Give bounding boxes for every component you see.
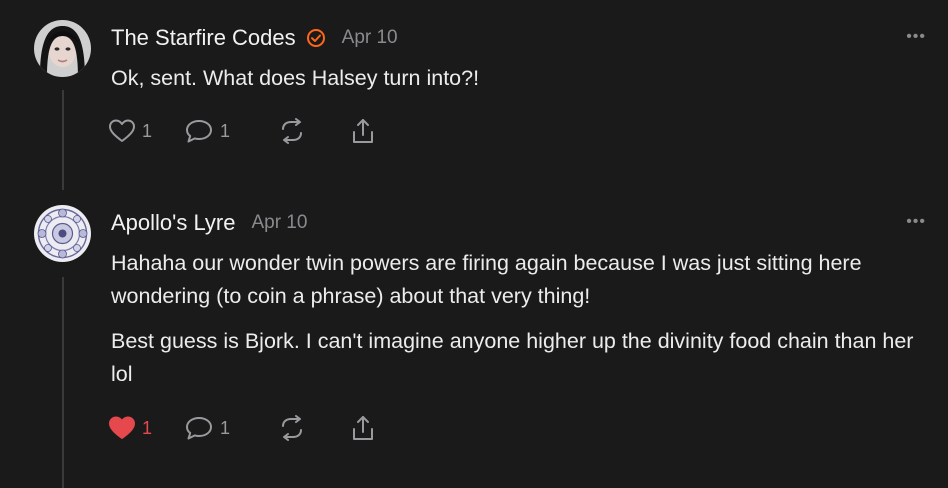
restack-icon [278, 415, 306, 441]
like-button[interactable]: 1 [108, 118, 184, 144]
reply-button[interactable]: 1 [184, 415, 278, 441]
comment-paragraph: Best guess is Bjork. I can't imagine any… [111, 329, 914, 386]
comment-icon [184, 415, 214, 441]
reply-count: 1 [220, 120, 231, 141]
share-icon [350, 117, 376, 145]
restack-button[interactable] [278, 118, 350, 144]
thread-line [62, 90, 64, 190]
comment-date[interactable]: Apr 10 [251, 212, 307, 234]
author-name[interactable]: The Starfire Codes [111, 25, 296, 51]
restack-button[interactable] [278, 415, 350, 441]
reply-count: 1 [220, 417, 231, 438]
comment: Apollo's Lyre Apr 10 ••• Hahaha our wond… [0, 195, 948, 488]
comment-actions: 1 1 [108, 116, 376, 146]
more-icon[interactable]: ••• [906, 213, 926, 231]
comment-paragraph: Ok, sent. What does Halsey turn into?! [111, 66, 480, 90]
share-icon [350, 414, 376, 442]
share-button[interactable] [350, 117, 376, 145]
like-button[interactable]: 1 [108, 415, 184, 441]
avatar[interactable] [34, 20, 91, 77]
comment-body: Hahaha our wonder twin powers are firing… [111, 247, 931, 403]
comment-actions: 1 1 [108, 413, 376, 443]
comment-header: Apollo's Lyre Apr 10 [111, 208, 307, 238]
like-count: 1 [142, 417, 153, 438]
avatar[interactable] [34, 205, 91, 262]
comment-body: Ok, sent. What does Halsey turn into?! [111, 62, 931, 107]
comment-date[interactable]: Apr 10 [342, 27, 398, 49]
restack-icon [278, 118, 306, 144]
like-count: 1 [142, 120, 153, 141]
share-button[interactable] [350, 414, 376, 442]
comment-paragraph: Hahaha our wonder twin powers are firing… [111, 251, 862, 308]
more-icon[interactable]: ••• [906, 28, 926, 46]
author-name[interactable]: Apollo's Lyre [111, 210, 235, 236]
comment-icon [184, 118, 214, 144]
thread-line [62, 277, 64, 488]
comment-header: The Starfire Codes Apr 10 [111, 23, 398, 53]
heart-icon [108, 415, 136, 441]
reply-button[interactable]: 1 [184, 118, 278, 144]
heart-icon [108, 118, 136, 144]
comment: The Starfire Codes Apr 10 ••• Ok, sent. … [0, 0, 948, 190]
verified-badge-icon [306, 28, 326, 48]
